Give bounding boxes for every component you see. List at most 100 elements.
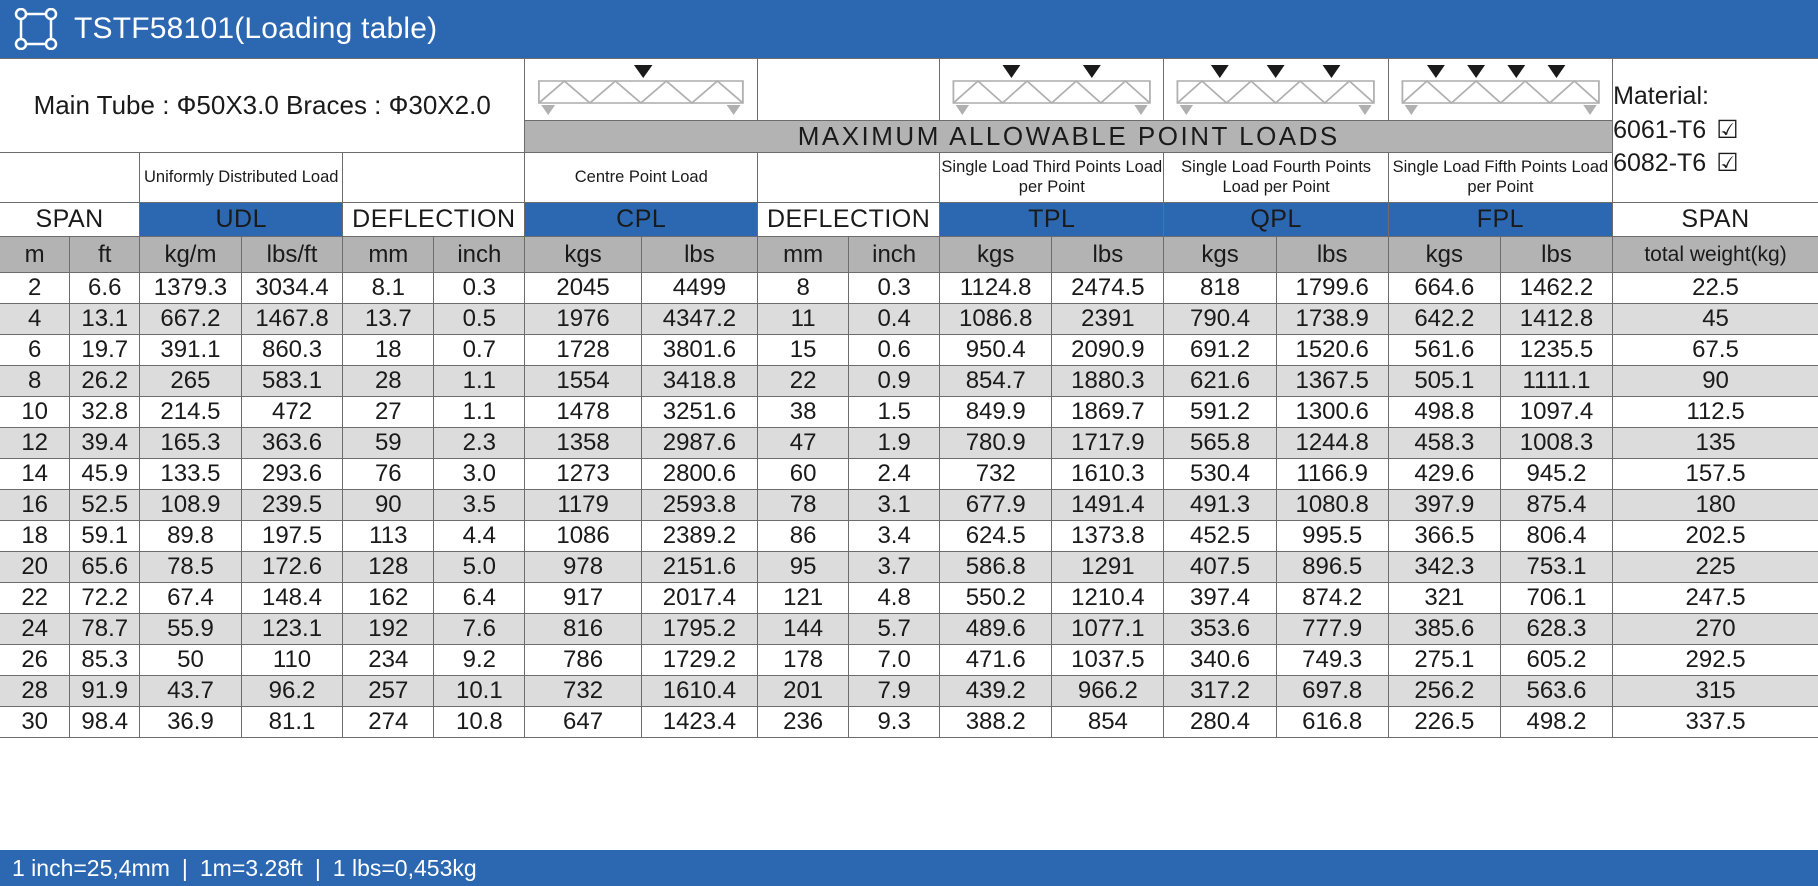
table-cell: 677.9 [939, 489, 1053, 521]
table-cell: 565.8 [1163, 427, 1277, 459]
checkbox-checked-icon[interactable]: ☑ [1716, 147, 1738, 181]
table-cell: 16 [0, 489, 71, 521]
table-cell: 458.3 [1387, 427, 1501, 459]
table-cell: 1166.9 [1275, 458, 1389, 490]
checkbox-checked-icon[interactable]: ☑ [1716, 114, 1738, 148]
material-box: Material: 6061-T6 ☑ 6082-T6 ☑ [1612, 58, 1818, 203]
unit-fpl-kgs: kgs [1387, 236, 1501, 273]
table-cell: 642.2 [1387, 303, 1501, 335]
table-cell: 2593.8 [640, 489, 759, 521]
table-cell: 1717.9 [1051, 427, 1165, 459]
table-cell: 162 [342, 582, 435, 614]
table-cell: 945.2 [1499, 458, 1614, 490]
material-option-6061-label: 6061-T6 [1613, 115, 1707, 144]
table-cell: 265 [139, 365, 242, 397]
table-cell: 43.7 [139, 675, 242, 707]
unit-def2-inch: inch [848, 236, 941, 273]
table-cell: 113 [342, 520, 435, 552]
table-row: 20 65.6 78.5 172.6 128 5.0 978 2151.6 95 3.7 586.8… [0, 551, 1818, 583]
table-cell: 1124.8 [939, 272, 1053, 304]
table-cell: 76 [342, 458, 435, 490]
table-cell: 391.1 [139, 334, 242, 366]
table-cell: 0.9 [848, 365, 941, 397]
table-cell: 38 [757, 396, 850, 428]
title-bar: TSTF58101(Loading table) [0, 0, 1818, 58]
table-cell: 1244.8 [1275, 427, 1389, 459]
table-cell: 144 [757, 613, 850, 645]
table-cell: 1880.3 [1051, 365, 1165, 397]
table-cell: 491.3 [1163, 489, 1277, 521]
table-cell: 50 [139, 644, 242, 676]
table-cell: 505.1 [1387, 365, 1501, 397]
table-cell: 561.6 [1387, 334, 1501, 366]
footer-separator: | [181, 854, 188, 881]
table-cell: 1097.4 [1499, 396, 1614, 428]
table-cell: 27 [342, 396, 435, 428]
table-cell: 5.7 [848, 613, 941, 645]
table-cell: 2151.6 [640, 551, 759, 583]
group-header-row: SPAN UDL DEFLECTION CPL DEFLECTION TPL Q… [0, 202, 1818, 237]
table-cell: 498.2 [1499, 706, 1614, 738]
unit-m: m [0, 236, 71, 273]
table-cell: 52.5 [69, 489, 141, 521]
table-cell: 11 [757, 303, 850, 335]
truss-diagram-qpl [1163, 58, 1389, 121]
table-cell: 202.5 [1612, 520, 1818, 552]
table-cell: 818 [1163, 272, 1277, 304]
table-cell: 257 [342, 675, 435, 707]
table-cell: 180 [1612, 489, 1818, 521]
truss-diagram-tpl [939, 58, 1165, 121]
table-cell: 1423.4 [640, 706, 759, 738]
table-cell: 1358 [524, 427, 642, 459]
table-cell: 22 [0, 582, 71, 614]
table-cell: 4 [0, 303, 71, 335]
table-cell: 591.2 [1163, 396, 1277, 428]
table-cell: 45.9 [69, 458, 141, 490]
table-row: 30 98.4 36.9 81.1 274 10.8 647 1423.4 236 9.3 388.… [0, 706, 1818, 738]
table-cell: 4.4 [433, 520, 526, 552]
table-cell: 860.3 [240, 334, 344, 366]
table-cell: 3.1 [848, 489, 941, 521]
table-cell: 133.5 [139, 458, 242, 490]
unit-cpl-kgs: kgs [524, 236, 642, 273]
table-cell: 256.2 [1387, 675, 1501, 707]
table-cell: 1610.3 [1051, 458, 1165, 490]
table-cell: 1080.8 [1275, 489, 1389, 521]
material-option-6082-label: 6082-T6 [1613, 149, 1707, 178]
table-cell: 148.4 [240, 582, 344, 614]
table-cell: 616.8 [1275, 706, 1389, 738]
table-cell: 5.0 [433, 551, 526, 583]
table-cell: 123.1 [240, 613, 344, 645]
unit-def1-mm: mm [342, 236, 435, 273]
table-cell: 234 [342, 644, 435, 676]
table-row: 8 26.2 265 583.1 28 1.1 1554 3418.8 22 0.9 854.7 18… [0, 365, 1818, 397]
table-cell: 20 [0, 551, 71, 583]
unit-udl-lbsft: lbs/ft [240, 236, 344, 273]
table-cell: 67.5 [1612, 334, 1818, 366]
table-cell: 15 [757, 334, 850, 366]
truss-diagram-fpl [1387, 58, 1614, 121]
table-cell: 664.6 [1387, 272, 1501, 304]
material-option-6061[interactable]: 6061-T6 ☑ [1613, 114, 1818, 148]
table-cell: 317.2 [1163, 675, 1277, 707]
table-cell: 1210.4 [1051, 582, 1165, 614]
table-cell: 388.2 [939, 706, 1053, 738]
table-cell: 1799.6 [1275, 272, 1389, 304]
table-cell: 121 [757, 582, 850, 614]
table-cell: 6.4 [433, 582, 526, 614]
table-cell: 8 [757, 272, 850, 304]
unit-def2-mm: mm [757, 236, 850, 273]
table-cell: 95 [757, 551, 850, 583]
table-cell: 172.6 [240, 551, 344, 583]
group-qpl: QPL [1163, 202, 1389, 237]
table-cell: 236 [757, 706, 850, 738]
desc-deflection-1 [342, 152, 526, 203]
table-cell: 2389.2 [640, 520, 759, 552]
material-option-6082[interactable]: 6082-T6 ☑ [1613, 147, 1818, 181]
table-cell: 2.3 [433, 427, 526, 459]
description-header-row: Uniformly Distributed Load Centre Point … [0, 152, 1818, 203]
unit-udl-kgm: kg/m [139, 236, 242, 273]
table-cell: 550.2 [939, 582, 1053, 614]
table-row: 26 85.3 50 110 234 9.2 786 1729.2 178 7.0 471.6 103… [0, 644, 1818, 676]
table-cell: 2474.5 [1051, 272, 1165, 304]
